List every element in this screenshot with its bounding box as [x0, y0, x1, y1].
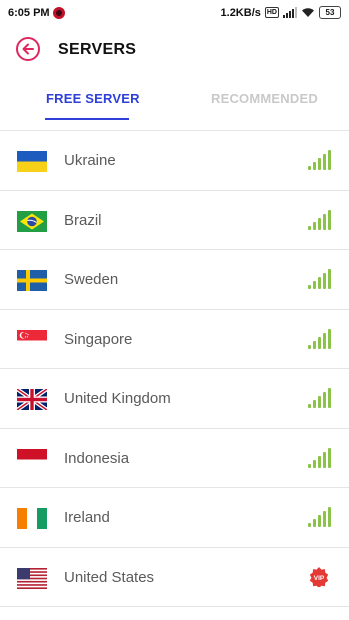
- status-right: 1.2KB/s HD 53: [221, 6, 341, 19]
- server-row-indonesia[interactable]: Indonesia: [0, 429, 349, 488]
- server-name: Singapore: [64, 330, 133, 348]
- server-name: United Kingdom: [64, 390, 171, 407]
- page-title: SERVERS: [58, 41, 137, 58]
- status-bar: 6:05 PM 1.2KB/s HD 53: [0, 0, 349, 26]
- us-flag-icon: [17, 567, 47, 589]
- battery-icon: 53: [319, 6, 341, 19]
- singapore-flag-icon: [17, 329, 47, 351]
- signal-strength-icon: [308, 269, 331, 289]
- brazil-flag-icon: [17, 210, 47, 232]
- arrow-left-icon: [22, 43, 34, 55]
- server-row-ukraine[interactable]: Ukraine: [0, 131, 349, 191]
- tab-free-server[interactable]: FREE SERVER: [46, 91, 140, 106]
- server-row-ireland[interactable]: Ireland: [0, 488, 349, 548]
- signal-strength-icon: [308, 507, 331, 527]
- server-name: Ukraine: [64, 152, 116, 169]
- cell-signal-icon: [283, 7, 297, 18]
- back-button[interactable]: [16, 37, 40, 61]
- ukraine-flag-icon: [17, 151, 47, 172]
- ireland-flag-icon: [17, 508, 47, 529]
- vip-badge-icon: VIP: [309, 566, 329, 587]
- tab-recommended[interactable]: RECOMMENDED: [211, 91, 318, 106]
- active-tab-indicator: [45, 118, 129, 120]
- signal-strength-icon: [308, 328, 331, 349]
- app-header: SERVERS: [0, 26, 349, 76]
- server-name: Ireland: [64, 509, 110, 526]
- server-name: Indonesia: [64, 449, 130, 467]
- hd-badge: HD: [264, 7, 279, 18]
- wifi-icon: [302, 8, 314, 17]
- network-speed: 1.2KB/s: [220, 6, 261, 19]
- server-name: United States: [64, 568, 155, 586]
- uk-flag-icon: [17, 389, 47, 410]
- server-row-sweden[interactable]: Sweden: [0, 250, 349, 310]
- server-row-brazil[interactable]: Brazil: [0, 191, 349, 250]
- indonesia-flag-icon: [17, 448, 47, 470]
- sweden-flag-icon: [17, 270, 47, 291]
- tab-bar: FREE SERVER RECOMMENDED: [0, 76, 349, 131]
- signal-strength-icon: [308, 209, 331, 230]
- signal-strength-icon: [308, 388, 331, 408]
- signal-strength-icon: [308, 447, 331, 468]
- server-row-united-states[interactable]: United States VIP: [0, 548, 349, 607]
- server-row-singapore[interactable]: Singapore: [0, 310, 349, 369]
- server-name: Sweden: [64, 271, 119, 288]
- vip-label: VIP: [314, 575, 325, 582]
- record-icon: [53, 7, 65, 19]
- server-list: Ukraine Brazil Sweden Singapore United K…: [0, 131, 349, 607]
- server-name: Brazil: [64, 211, 102, 229]
- signal-strength-icon: [308, 150, 331, 170]
- status-time: 6:05 PM: [8, 7, 50, 19]
- server-row-united-kingdom[interactable]: United Kingdom: [0, 369, 349, 429]
